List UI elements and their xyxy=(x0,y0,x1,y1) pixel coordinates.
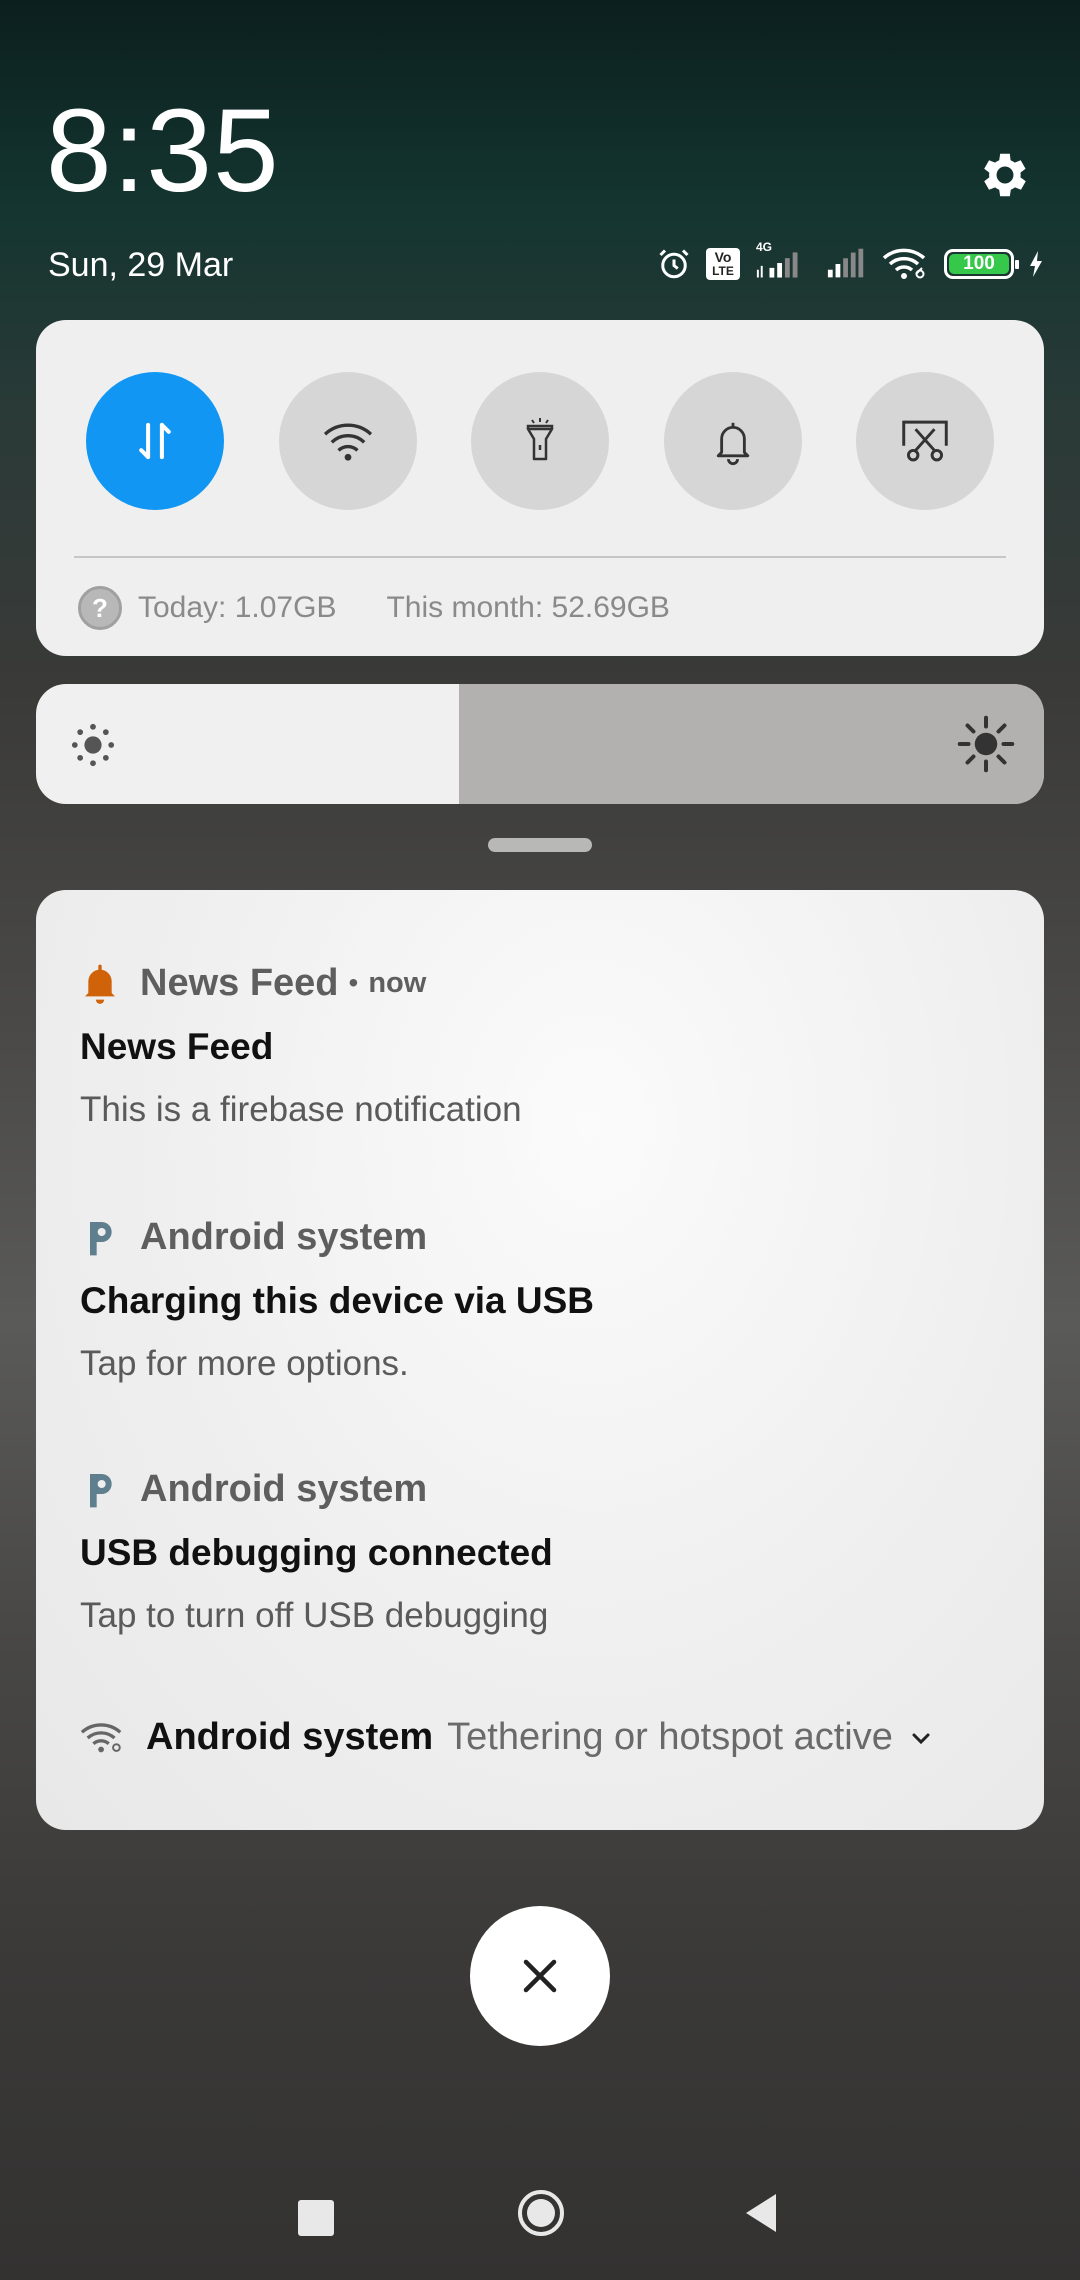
date[interactable]: Sun, 29 Mar xyxy=(48,246,233,285)
android-system-icon xyxy=(90,1222,112,1256)
brightness-high-icon xyxy=(957,715,1015,773)
android-system-icon xyxy=(90,1474,112,1508)
notification-app-name: Android system xyxy=(140,1215,428,1258)
notification-title: USB debugging connected xyxy=(80,1532,553,1573)
drag-handle[interactable] xyxy=(488,838,592,852)
settings-gear-icon[interactable] xyxy=(976,146,1034,204)
recents-button[interactable] xyxy=(298,2200,334,2236)
data-usage[interactable]: ? Today: 1.07GB This month: 52.69GB xyxy=(78,586,670,630)
notification-time: now xyxy=(368,966,427,999)
volte-icon: Vo LTE xyxy=(706,248,740,280)
quick-settings-toggles xyxy=(86,372,994,510)
wifi-icon xyxy=(323,423,372,461)
notification-app-name: Android system xyxy=(140,1467,428,1510)
mobile-data-toggle[interactable] xyxy=(86,372,224,510)
notification-title: Charging this device via USB xyxy=(80,1280,595,1321)
back-button[interactable] xyxy=(740,2190,780,2236)
bell-icon xyxy=(85,964,115,1004)
signal-4g-icon: 4G xyxy=(754,240,812,284)
notification-news-feed[interactable]: News Feed • now News Feed This is a fire… xyxy=(80,958,1000,1130)
flashlight-icon xyxy=(526,418,554,461)
quick-settings-panel: ? Today: 1.07GB This month: 52.69GB xyxy=(36,320,1044,656)
notification-usb-debugging[interactable]: Android system USB debugging connected T… xyxy=(80,1464,1000,1636)
home-button[interactable] xyxy=(516,2188,566,2238)
mobile-data-icon xyxy=(139,422,171,460)
notification-title: News Feed xyxy=(80,1026,274,1067)
notification-app-name: Android system xyxy=(146,1716,434,1758)
notification-body: Tethering or hotspot active xyxy=(447,1716,893,1758)
ring-toggle[interactable] xyxy=(663,372,802,510)
status-bar: Vo LTE 4G 100 xyxy=(656,240,1044,286)
notification-body: Tap to turn off USB debugging xyxy=(80,1596,549,1635)
notification-body: Tap for more options. xyxy=(80,1344,409,1383)
notification-list: News Feed • now News Feed This is a fire… xyxy=(36,890,1044,1830)
notification-body: This is a firebase notification xyxy=(80,1090,522,1129)
brightness-slider[interactable] xyxy=(36,684,1044,804)
wifi-hotspot-icon xyxy=(882,244,930,284)
brightness-low-icon xyxy=(71,723,115,767)
navigation-bar xyxy=(0,2186,1080,2246)
network-type-label: 4G xyxy=(756,240,773,254)
charging-bolt-icon xyxy=(1028,244,1044,284)
scissors-screenshot-icon xyxy=(902,420,948,462)
close-icon xyxy=(523,1959,557,1993)
signal-icon xyxy=(826,244,868,284)
notification-app-name: News Feed xyxy=(140,961,339,1004)
separator-dot: • xyxy=(348,967,359,998)
alarm-icon xyxy=(656,244,692,284)
data-today: Today: 1.07GB xyxy=(138,591,337,624)
volte-bottom-label: LTE xyxy=(712,264,734,278)
battery-icon: 100 xyxy=(944,249,1019,279)
screenshot-toggle[interactable] xyxy=(856,372,994,510)
wifi-toggle[interactable] xyxy=(278,372,417,510)
divider xyxy=(74,556,1006,558)
battery-level: 100 xyxy=(963,253,995,274)
flashlight-toggle[interactable] xyxy=(471,372,609,510)
help-icon: ? xyxy=(78,586,122,630)
notification-hotspot[interactable]: Android system Tethering or hotspot acti… xyxy=(80,1716,1000,1759)
chevron-down-icon[interactable] xyxy=(909,1726,933,1750)
data-month: This month: 52.69GB xyxy=(386,591,670,624)
notification-usb-charging[interactable]: Android system Charging this device via … xyxy=(80,1212,1000,1384)
bell-outline-icon xyxy=(716,422,749,466)
hotspot-icon xyxy=(80,1722,122,1752)
clear-all-button[interactable] xyxy=(470,1906,610,2046)
clock[interactable]: 8:35 xyxy=(46,92,280,210)
volte-top-label: Vo xyxy=(714,249,732,265)
